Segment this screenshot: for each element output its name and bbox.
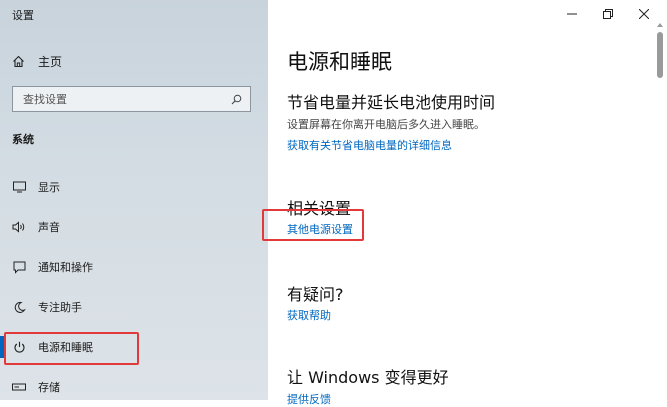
sidebar-item-power-sleep[interactable]: 电源和睡眠 (0, 336, 252, 358)
improve-windows-heading: 让 Windows 变得更好 (287, 368, 449, 387)
app-title: 设置 (12, 9, 34, 22)
close-icon (639, 9, 649, 19)
main-content: 电源和睡眠 节省电量并延长电池使用时间 设置屏幕在你离开电脑后多久进入睡眠。 获… (268, 0, 667, 406)
scrollbar-thumb[interactable] (657, 32, 663, 78)
power-icon (12, 340, 26, 354)
scroll-up-arrow-icon[interactable] (657, 22, 663, 28)
sidebar: 设置 主页 系统 显示 声音 通知和操作 (0, 0, 268, 400)
sidebar-item-label: 通知和操作 (38, 261, 93, 274)
monitor-icon (12, 180, 26, 194)
sidebar-item-label: 专注助手 (38, 301, 82, 314)
question-heading: 有疑问? (287, 285, 344, 304)
minimize-button[interactable] (554, 0, 590, 28)
related-settings-heading: 相关设置 (287, 199, 352, 218)
feedback-link[interactable]: 提供反馈 (287, 391, 331, 407)
sidebar-item-display[interactable]: 显示 (12, 178, 252, 196)
storage-icon (12, 380, 26, 394)
sidebar-item-sound[interactable]: 声音 (12, 218, 252, 236)
page-title: 电源和睡眠 (287, 50, 392, 74)
restore-button[interactable] (590, 0, 626, 28)
save-power-description: 设置屏幕在你离开电脑后多久进入睡眠。 (287, 118, 485, 131)
save-power-heading: 节省电量并延长电池使用时间 (287, 93, 496, 112)
sidebar-item-label: 存储 (38, 381, 60, 394)
sidebar-item-label: 显示 (38, 181, 60, 194)
power-saving-info-link[interactable]: 获取有关节省电脑电量的详细信息 (287, 137, 452, 153)
restore-icon (603, 9, 613, 19)
speaker-icon (12, 220, 26, 234)
sidebar-home-label: 主页 (38, 54, 63, 69)
section-title: 系统 (12, 133, 34, 146)
sidebar-item-focus-assist[interactable]: 专注助手 (12, 298, 252, 316)
notification-icon (12, 260, 26, 274)
additional-power-settings-link[interactable]: 其他电源设置 (287, 221, 353, 237)
search-icon[interactable] (231, 94, 242, 105)
search-box[interactable] (12, 86, 251, 112)
minimize-icon (567, 13, 577, 15)
sidebar-home[interactable]: 主页 (12, 52, 62, 70)
get-help-link[interactable]: 获取帮助 (287, 307, 331, 323)
home-icon (13, 55, 24, 67)
sidebar-item-label: 声音 (38, 221, 60, 234)
sidebar-item-label: 电源和睡眠 (38, 341, 93, 354)
moon-icon (12, 300, 26, 314)
search-input[interactable] (21, 91, 231, 107)
sidebar-item-notifications[interactable]: 通知和操作 (12, 258, 252, 276)
sidebar-item-storage[interactable]: 存储 (12, 378, 252, 396)
